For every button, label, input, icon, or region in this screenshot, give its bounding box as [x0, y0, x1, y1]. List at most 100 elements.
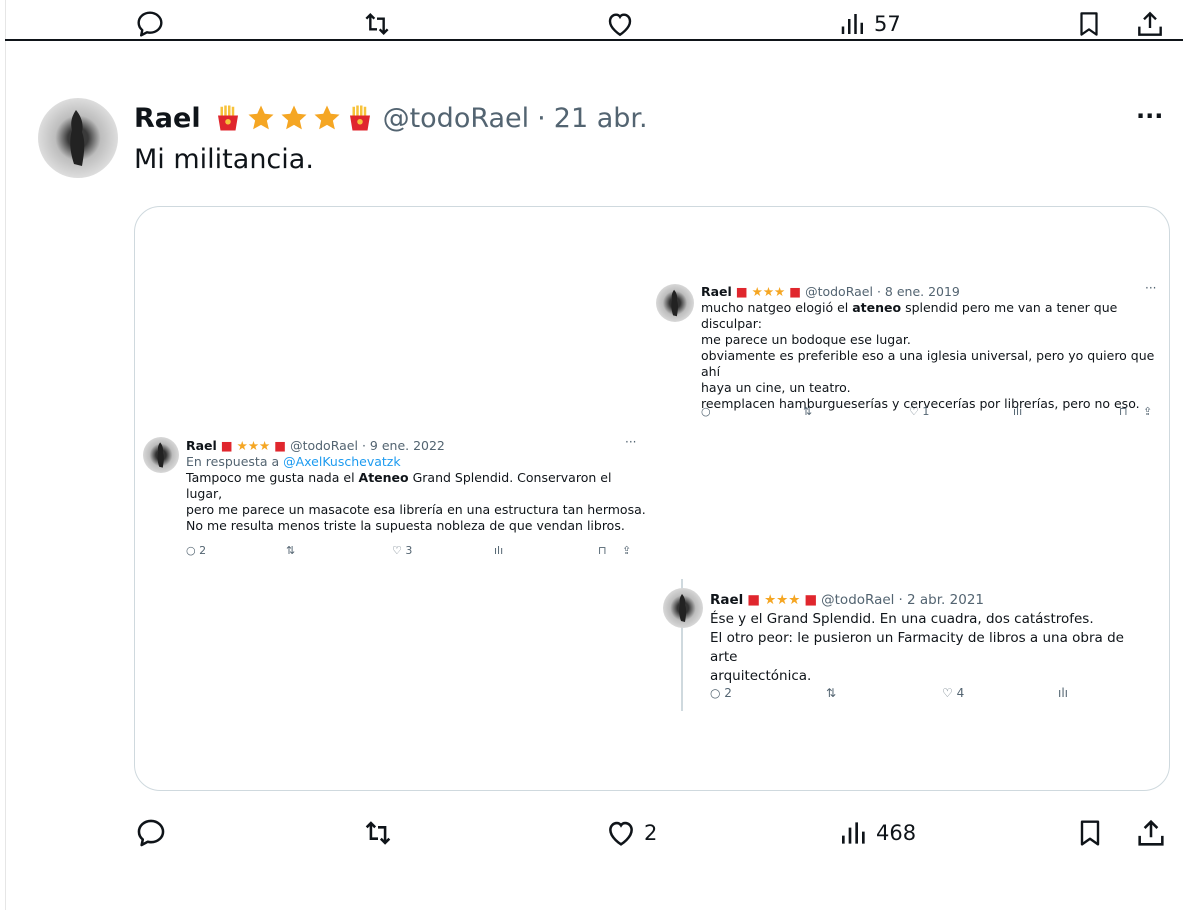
author-name: Rael [710, 592, 744, 608]
star-icon: ★★★ [764, 592, 801, 608]
author-handle: @todoRael [821, 592, 895, 608]
fries-icon: ■ [274, 438, 287, 453]
retweet-icon [365, 12, 389, 36]
views-icon: ılı [1058, 686, 1069, 700]
avatar-figure-icon [671, 289, 678, 317]
author-handle: @todoRael [290, 438, 358, 453]
embedded-header: Rael ■ ★★★ ■ @todoRael · 2 abr. 2021 [710, 591, 1140, 610]
star-icon: ★★★ [236, 438, 271, 453]
fries-icon [217, 105, 238, 131]
text-segment: mucho natgeo elogió el [701, 300, 853, 315]
media-card[interactable]: Rael ■ ★★★ ■ @todoRael · 8 ene. 2019 muc… [134, 206, 1170, 791]
fries-icon [349, 105, 370, 131]
avatar[interactable] [38, 98, 118, 178]
embedded-actions: ○ 2 ⇅ ♡ 4 ılı [710, 685, 1140, 701]
reply-button[interactable] [134, 8, 166, 40]
embedded-actions: ○ 2 ⇅ ♡ 3 ılı ⊓ ⇪ [186, 542, 646, 558]
reply-prefix: En respuesta a [186, 454, 284, 469]
like-count: 3 [405, 543, 413, 557]
reply-icon: ○ 2 [710, 686, 732, 700]
author-name[interactable]: Rael [134, 103, 201, 134]
fries-icon: ■ [220, 438, 233, 453]
separator: · [537, 102, 546, 134]
fries-icon: ■ [789, 284, 802, 299]
reply-icon [137, 11, 163, 37]
bookmark-icon [1080, 12, 1098, 36]
author-name: Rael [186, 438, 217, 453]
tweet-date: · 9 ene. 2022 [361, 438, 445, 453]
views-button[interactable]: 468 [838, 816, 916, 850]
text-segment: Tampoco me gusta nada el [186, 470, 359, 485]
share-button[interactable] [1134, 8, 1166, 40]
embedded-text-line: pero me parece un masacote esa librería … [186, 502, 646, 517]
views-icon [842, 822, 865, 844]
retweet-icon: ⇅ [803, 404, 813, 418]
views-icon [841, 14, 863, 34]
author-name: Rael [701, 284, 732, 299]
tweet-date: · 2 abr. 2021 [898, 592, 984, 608]
author-handle[interactable]: @todoRael [383, 103, 530, 134]
star-icon [314, 105, 340, 130]
like-count: 1 [922, 404, 930, 418]
heart-icon: ♡ 4 [942, 686, 965, 700]
embedded-tweet-2019: Rael ■ ★★★ ■ @todoRael · 8 ene. 2019 muc… [701, 284, 1161, 412]
avatar-figure-icon [70, 110, 85, 166]
share-icon [1138, 819, 1164, 846]
prev-tweet-actions: 57 [134, 8, 1174, 38]
like-button[interactable] [604, 8, 636, 40]
author-handle: @todoRael [805, 284, 873, 299]
share-icon: ⇪ [1143, 404, 1153, 418]
retweet-icon [365, 821, 391, 845]
like-count: 2 [644, 821, 658, 845]
views-button[interactable]: 57 [838, 8, 901, 40]
embedded-text-line: me parece un bodoque ese lugar. [701, 332, 911, 347]
embedded-text-line: arquitectónica. [710, 668, 812, 684]
tweet-actions: 2 468 [134, 816, 1174, 852]
embedded-header: Rael ■ ★★★ ■ @todoRael · 8 ene. 2019 [701, 284, 1161, 300]
tweet-date: · 8 ene. 2019 [876, 284, 960, 299]
share-icon: ⇪ [622, 543, 632, 557]
embedded-text-line: No me resulta menos triste la supuesta n… [186, 518, 625, 533]
reply-context: En respuesta a @AxelKuschevatzk [186, 454, 646, 470]
share-button[interactable] [1134, 816, 1168, 850]
embedded-text: Tampoco me gusta nada el Ateneo Grand Sp… [186, 470, 646, 502]
embedded-text-line: haya un cine, un teatro. [701, 380, 851, 395]
bookmark-button[interactable] [1074, 8, 1104, 40]
author-badges [213, 103, 375, 133]
retweet-button[interactable] [360, 816, 396, 850]
avatar [663, 588, 703, 628]
reply-icon [137, 819, 165, 847]
share-icon [1138, 11, 1162, 36]
embedded-tweet-2022: Rael ■ ★★★ ■ @todoRael · 9 ene. 2022 En … [186, 438, 646, 534]
views-count: 468 [876, 821, 917, 845]
embedded-text-line: El otro peor: le pusieron un Farmacity d… [710, 630, 1124, 665]
like-count: 4 [956, 686, 965, 700]
star-icon [248, 105, 274, 130]
avatar-figure-icon [157, 442, 164, 468]
embedded-text-line: obviamente es preferible eso a una igles… [701, 348, 1155, 379]
fries-icon: ■ [804, 592, 818, 608]
heart-icon: ♡ 3 [392, 543, 413, 557]
reply-icon: ○ 2 [186, 543, 207, 557]
embedded-header: Rael ■ ★★★ ■ @todoRael · 9 ene. 2022 [186, 438, 646, 454]
reply-count: 2 [199, 543, 207, 557]
divider [5, 39, 1183, 41]
bookmark-button[interactable] [1074, 816, 1106, 850]
like-button[interactable]: 2 [604, 816, 657, 850]
more-button[interactable]: ··· [1136, 102, 1163, 130]
fries-icon: ■ [735, 284, 748, 299]
retweet-icon: ⇅ [826, 686, 837, 700]
retweet-icon: ⇅ [286, 543, 296, 557]
embedded-actions: ○ ⇅ ♡ 1 ılı ⊓ ⇪ [701, 403, 1161, 419]
embedded-text-line: Ése y el Grand Splendid. En una cuadra, … [710, 611, 1094, 627]
more-icon: ··· [1145, 281, 1157, 295]
tweet-text: Mi militancia. [134, 144, 314, 175]
heart-icon [608, 13, 632, 37]
reply-count: 2 [724, 686, 732, 700]
reply-button[interactable] [134, 816, 168, 850]
retweet-button[interactable] [360, 8, 394, 40]
tweet-date[interactable]: 21 abr. [554, 103, 648, 134]
reply-icon: ○ [701, 404, 711, 418]
bookmark-icon: ⊓ [598, 543, 607, 557]
bookmark-icon: ⊓ [1119, 404, 1128, 418]
